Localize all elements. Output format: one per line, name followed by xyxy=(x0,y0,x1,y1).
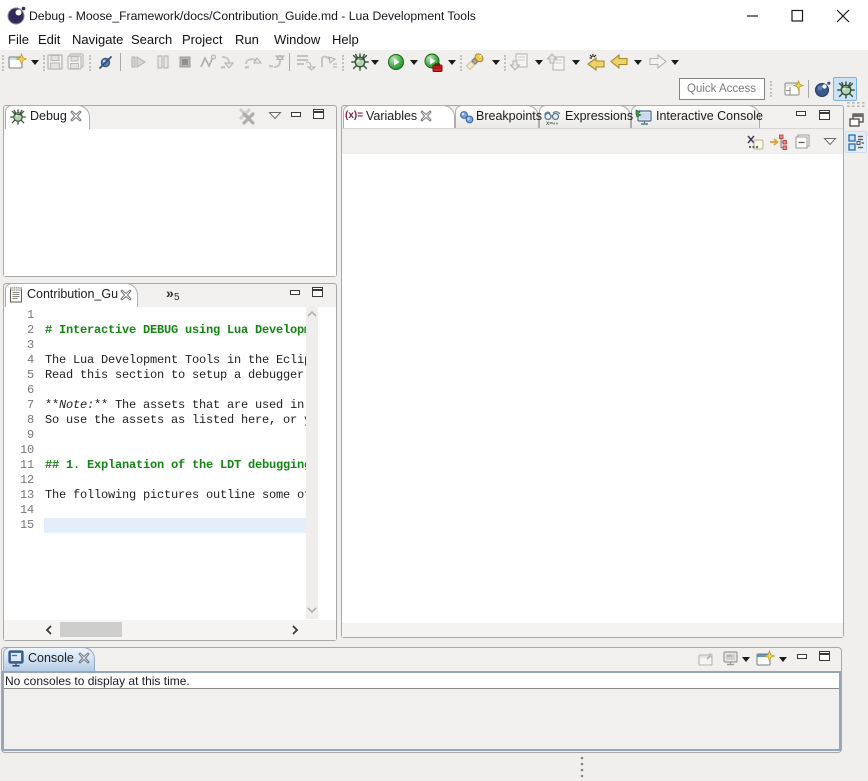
svg-text:x=: x= xyxy=(546,120,553,127)
